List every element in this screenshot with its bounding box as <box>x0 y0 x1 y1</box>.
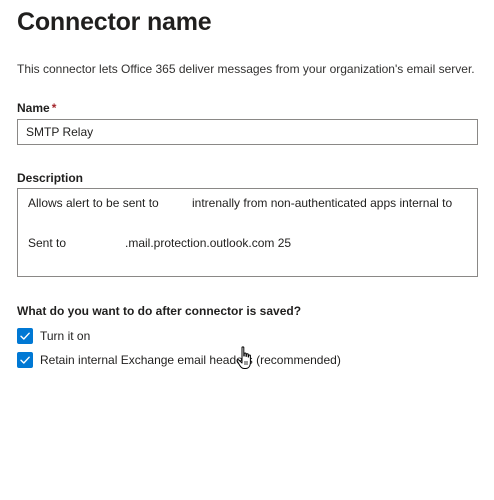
hand-pointer-cursor-icon <box>236 346 251 369</box>
after-save-question: What do you want to do after connector i… <box>17 304 302 318</box>
page-subtitle: This connector lets Office 365 deliver m… <box>17 62 475 76</box>
page-title: Connector name <box>17 8 212 36</box>
checkmark-icon <box>20 356 30 364</box>
description-line-2-part-2: .mail.protection.outlook.com 25 <box>125 236 292 250</box>
turn-it-on-option[interactable]: Turn it on <box>17 328 90 344</box>
description-line-1-part-1: Allows alert to be sent to <box>28 196 159 210</box>
name-field-label-text: Name <box>17 101 50 115</box>
description-line-1-part-2: intrenally from non-authenticated apps i… <box>192 196 453 210</box>
description-textarea[interactable]: Allows alert to be sent to intrenally fr… <box>17 188 478 277</box>
retain-headers-checkbox[interactable] <box>17 352 33 368</box>
turn-it-on-checkbox[interactable] <box>17 328 33 344</box>
required-marker: * <box>51 101 57 115</box>
description-field-label: Description <box>17 171 84 185</box>
connector-name-page: Connector name This connector lets Offic… <box>0 0 494 500</box>
retain-headers-label: Retain internal Exchange email headers (… <box>40 353 341 367</box>
description-line-2-part-1: Sent to <box>28 236 67 250</box>
name-field-label: Name * <box>17 101 56 115</box>
turn-it-on-label: Turn it on <box>40 329 91 343</box>
retain-headers-option[interactable]: Retain internal Exchange email headers (… <box>17 352 341 368</box>
checkmark-icon <box>20 332 30 340</box>
name-input[interactable]: SMTP Relay <box>17 119 478 145</box>
